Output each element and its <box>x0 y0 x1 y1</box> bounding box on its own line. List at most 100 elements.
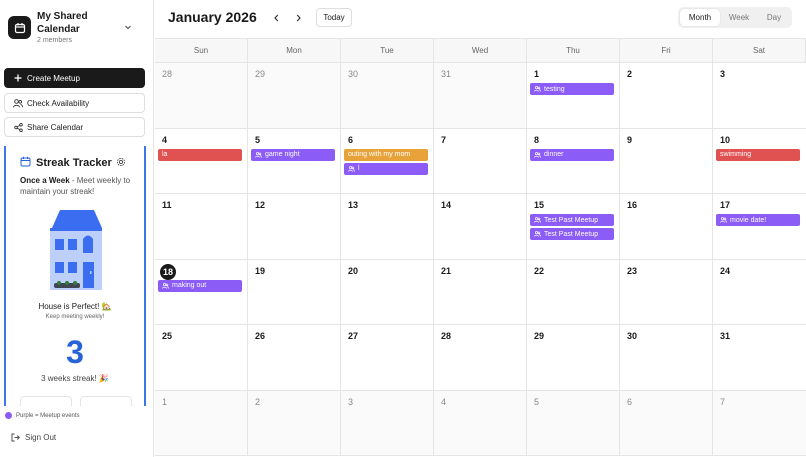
users-icon <box>534 86 541 92</box>
day-cell[interactable]: 20 <box>341 259 434 325</box>
day-cell[interactable]: 24 <box>713 259 806 325</box>
day-cell[interactable]: 13 <box>341 194 434 260</box>
member-count: 2 members <box>37 37 73 44</box>
chevron-right-icon <box>296 14 301 22</box>
day-cell[interactable]: 4 la <box>155 128 248 194</box>
date-number: 30 <box>348 69 359 79</box>
chevron-left-icon <box>273 14 278 22</box>
view-week-tab[interactable]: Week <box>720 9 758 26</box>
sign-out-label: Sign Out <box>25 433 57 442</box>
date-number: 9 <box>627 134 633 145</box>
meetup-event[interactable]: Test Past Meetup <box>530 214 614 226</box>
meetup-event[interactable]: movie date! <box>716 214 800 226</box>
event-title: game night <box>265 151 300 158</box>
day-cell[interactable]: 16 <box>620 194 713 260</box>
day-cell[interactable]: 15 Test Past Meetup Test Past Meetup <box>527 194 620 260</box>
day-cell[interactable]: 27 <box>341 325 434 391</box>
day-cell[interactable]: 29 <box>527 325 620 391</box>
event-chip[interactable]: outing with my mom <box>344 148 428 161</box>
day-cell[interactable]: 2 <box>248 390 341 456</box>
date-number: 7 <box>441 134 447 145</box>
day-cell[interactable]: 28 <box>434 325 527 391</box>
streak-action-button[interactable] <box>20 396 72 406</box>
create-meetup-label: Create Meetup <box>27 73 80 83</box>
weekday-label: Sat <box>713 39 806 62</box>
share-calendar-button[interactable]: Share Calendar <box>4 117 145 137</box>
calendar-selector[interactable]: My Shared Calendar 2 members <box>8 10 148 46</box>
meetup-event[interactable]: testing <box>530 83 614 95</box>
event-chip[interactable]: swimming <box>716 148 800 161</box>
day-cell[interactable]: 3 <box>713 63 806 129</box>
month-grid: Sun Mon Tue Wed Thu Fri Sat 28 29 30 31 1 testing 2 3… <box>155 38 806 457</box>
day-cell[interactable]: 7 <box>434 128 527 194</box>
day-cell[interactable]: 19 <box>248 259 341 325</box>
weekday-label: Fri <box>620 39 713 62</box>
day-cell[interactable]: 11 <box>155 194 248 260</box>
day-cell[interactable]: 5 <box>527 390 620 456</box>
meetup-event[interactable]: dinner <box>530 148 614 161</box>
day-cell[interactable]: 18 making out <box>155 259 248 325</box>
date-number: 2 <box>255 396 261 407</box>
day-cell[interactable]: 10 swimming <box>713 128 806 194</box>
event-chip[interactable]: la <box>158 148 242 161</box>
day-cell[interactable]: 4 <box>434 390 527 456</box>
day-cell[interactable]: 6 outing with my mom l <box>341 128 434 194</box>
day-cell[interactable]: 23 <box>620 259 713 325</box>
day-cell[interactable]: 2 <box>620 63 713 129</box>
view-month-tab[interactable]: Month <box>680 9 720 26</box>
chevron-down-icon[interactable] <box>124 23 132 33</box>
day-cell[interactable]: 8 dinner <box>527 128 620 194</box>
date-number: 24 <box>720 265 731 276</box>
day-cell[interactable]: 17 movie date! <box>713 194 806 260</box>
date-number: 22 <box>534 265 545 276</box>
streak-action-button[interactable] <box>80 396 132 406</box>
event-title: making out <box>172 282 207 289</box>
day-cell[interactable]: 30 <box>341 63 434 129</box>
users-icon <box>534 217 541 223</box>
meetup-event[interactable]: l <box>344 162 428 175</box>
day-cell[interactable]: 30 <box>620 325 713 391</box>
date-number: 11 <box>162 200 172 210</box>
view-day-tab[interactable]: Day <box>758 9 790 26</box>
day-cell[interactable]: 1 <box>155 390 248 456</box>
meetup-event[interactable]: game night <box>251 148 335 161</box>
day-cell[interactable]: 14 <box>434 194 527 260</box>
day-cell[interactable]: 6 <box>620 390 713 456</box>
day-cell[interactable]: 3 <box>341 390 434 456</box>
day-cell[interactable]: 21 <box>434 259 527 325</box>
date-number: 27 <box>348 331 359 341</box>
day-cell[interactable]: 5 game night <box>248 128 341 194</box>
day-cell[interactable]: 31 <box>434 63 527 129</box>
day-cell[interactable]: 31 <box>713 325 806 391</box>
check-availability-button[interactable]: Check Availability <box>4 93 145 113</box>
sidebar: My Shared Calendar 2 members Create Meet… <box>0 0 154 457</box>
day-cell[interactable]: 25 <box>155 325 248 391</box>
day-cell[interactable]: 9 <box>620 128 713 194</box>
prev-month-button[interactable] <box>269 11 283 25</box>
event-title: l <box>358 165 360 172</box>
sign-out-icon <box>11 433 20 442</box>
streak-weeks-label: 3 weeks streak! 🎉 <box>41 374 109 383</box>
create-meetup-button[interactable]: Create Meetup <box>4 68 145 88</box>
day-cell[interactable]: 7 <box>713 390 806 456</box>
sign-out-button[interactable]: Sign Out <box>11 433 56 442</box>
day-cell[interactable]: 22 <box>527 259 620 325</box>
date-number: 20 <box>348 265 359 276</box>
date-number: 31 <box>720 331 731 341</box>
event-title: movie date! <box>730 216 767 224</box>
day-cell[interactable]: 28 <box>155 63 248 129</box>
today-button[interactable]: Today <box>316 8 352 27</box>
day-cell[interactable]: 12 <box>248 194 341 260</box>
meetup-event[interactable]: Test Past Meetup <box>530 228 614 240</box>
date-number: 4 <box>162 134 168 145</box>
date-number: 26 <box>255 331 266 341</box>
gear-icon[interactable] <box>116 154 126 172</box>
day-cell[interactable]: 26 <box>248 325 341 391</box>
streak-count: 3 <box>66 334 84 370</box>
share-icon <box>13 122 23 132</box>
meetup-event[interactable]: making out <box>158 279 242 292</box>
date-number: 25 <box>162 331 173 341</box>
day-cell[interactable]: 29 <box>248 63 341 129</box>
next-month-button[interactable] <box>291 11 305 25</box>
day-cell[interactable]: 1 testing <box>527 63 620 129</box>
